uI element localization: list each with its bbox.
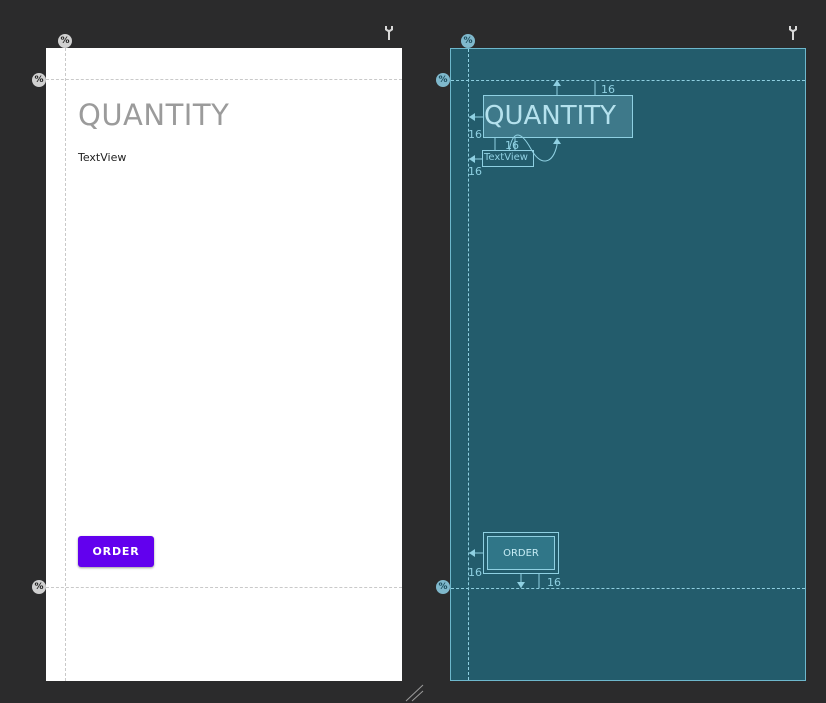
blueprint-order-inner: ORDER: [487, 536, 555, 570]
blueprint-order-button[interactable]: ORDER: [483, 532, 559, 574]
textview-label[interactable]: TextView: [78, 151, 126, 164]
margin-label: 16: [601, 83, 615, 96]
margin-label: 16: [505, 139, 519, 152]
percent-icon[interactable]: %: [436, 73, 450, 87]
design-surface[interactable]: QUANTITY TextView ORDER: [46, 48, 402, 681]
blueprint-textview-label: TextView: [484, 152, 528, 163]
blueprint-surface[interactable]: QUANTITY TextView ORDER 16 16 16 16 16 1…: [450, 48, 806, 681]
arrow-icon: [553, 138, 561, 144]
order-button[interactable]: ORDER: [78, 536, 154, 567]
margin-label: 16: [468, 165, 482, 178]
percent-icon[interactable]: %: [461, 34, 475, 48]
blueprint-quantity-label: QUANTITY: [484, 101, 617, 131]
blueprint-vertical-guideline[interactable]: [468, 49, 469, 680]
margin-label: 16: [547, 576, 561, 589]
margin-label: 16: [468, 128, 482, 141]
percent-icon[interactable]: %: [58, 34, 72, 48]
percent-icon[interactable]: %: [32, 73, 46, 87]
blueprint-quantity-view[interactable]: QUANTITY: [483, 95, 633, 138]
wrench-icon[interactable]: [788, 26, 798, 40]
arrow-icon: [469, 155, 475, 163]
arrow-icon: [469, 113, 475, 121]
blueprint-order-label: ORDER: [503, 547, 539, 559]
resize-handle-icon[interactable]: [404, 684, 424, 702]
arrow-icon: [469, 549, 475, 557]
bottom-guideline[interactable]: [46, 587, 402, 588]
margin-label: 16: [468, 566, 482, 579]
blueprint-textview[interactable]: TextView: [482, 150, 534, 167]
percent-icon[interactable]: %: [436, 580, 450, 594]
wrench-icon[interactable]: [384, 26, 394, 40]
percent-icon[interactable]: %: [32, 580, 46, 594]
blueprint-top-guideline[interactable]: [451, 80, 805, 81]
top-guideline[interactable]: [46, 79, 402, 80]
blueprint-bottom-guideline[interactable]: [451, 588, 805, 589]
quantity-heading[interactable]: QUANTITY: [78, 98, 229, 132]
